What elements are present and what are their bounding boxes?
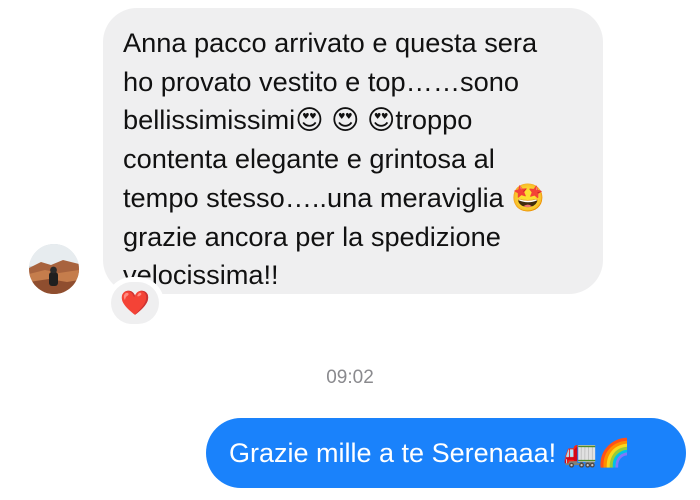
chat-thread: Anna pacco arrivato e questa sera ho pro… [0, 0, 700, 500]
outgoing-message-bubble[interactable]: Grazie mille a te Serenaaa! 🚛🌈 [206, 418, 686, 488]
incoming-message-text: Anna pacco arrivato e questa sera ho pro… [123, 27, 546, 291]
outgoing-message-text: Grazie mille a te Serenaaa! 🚛🌈 [229, 438, 631, 468]
contact-avatar[interactable] [29, 244, 79, 294]
message-timestamp: 09:02 [326, 367, 374, 388]
incoming-message-bubble[interactable]: Anna pacco arrivato e questa sera ho pro… [103, 8, 603, 294]
avatar-photo [29, 244, 79, 294]
message-reaction[interactable]: ❤️ [109, 280, 161, 326]
heart-reaction-icon: ❤️ [111, 282, 159, 324]
